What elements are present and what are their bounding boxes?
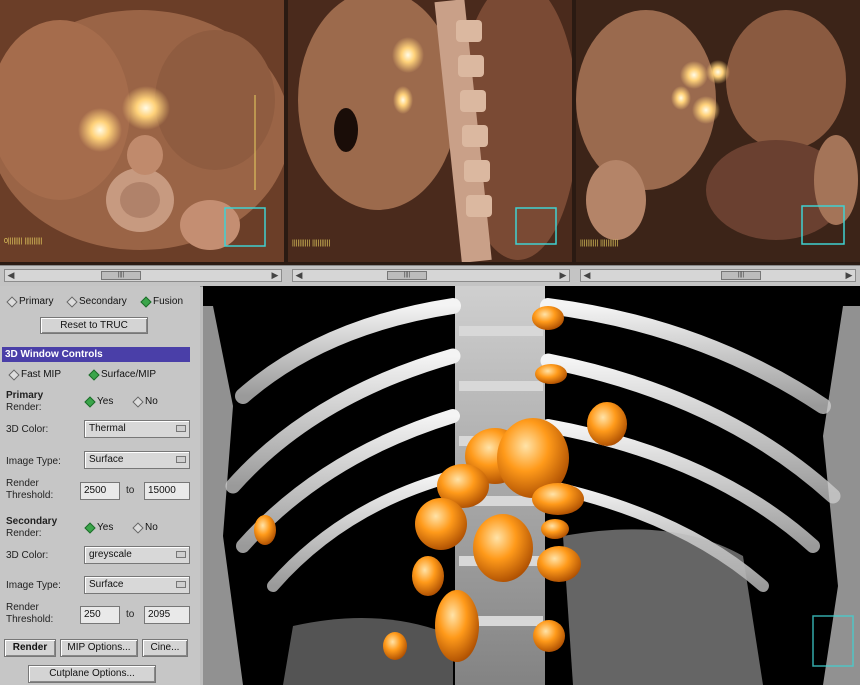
sagittal-slice-pane[interactable]: |||||||||| |||||||||| <box>288 0 572 262</box>
radio-fusion-icon <box>140 295 152 308</box>
primary-render-label: Render: <box>6 402 42 413</box>
coronal-slice-slider[interactable]: ◀ |||| ▶ <box>580 269 856 282</box>
control-panel: Primary Secondary Fusion Reset to TRUC 3… <box>0 286 200 685</box>
render-button[interactable]: Render <box>4 639 56 657</box>
secondary-render-no[interactable]: No <box>132 521 158 534</box>
secondary-threshold-min-input[interactable]: 250 <box>80 606 120 624</box>
radio-fast-mip-icon <box>8 368 20 381</box>
secondary-to-label: to <box>126 609 135 620</box>
secondary-color-select[interactable]: greyscale <box>84 546 190 564</box>
coronal-slider-thumb[interactable]: |||| <box>721 271 761 280</box>
radio-secondary-label: Secondary <box>79 296 127 307</box>
radio-no-icon <box>132 521 144 534</box>
secondary-threshold-label-2: Threshold: <box>6 614 54 625</box>
radio-secondary[interactable]: Secondary <box>66 295 127 308</box>
primary-type-select[interactable]: Surface <box>84 451 190 469</box>
radio-primary-label: Primary <box>19 296 54 307</box>
dropdown-icon <box>176 551 186 558</box>
secondary-color-value: greyscale <box>89 549 132 560</box>
coronal-slice-caption: |||||||||| |||||||||| <box>580 240 619 247</box>
primary-threshold-max-input[interactable]: 15000 <box>144 482 190 500</box>
secondary-render-no-label: No <box>145 522 158 533</box>
primary-render-yes-label: Yes <box>97 396 114 407</box>
radio-no-icon <box>132 395 144 408</box>
slider-left-arrow-icon[interactable]: ◀ <box>293 270 305 281</box>
slider-left-arrow-icon[interactable]: ◀ <box>581 270 593 281</box>
radio-fast-mip-label: Fast MIP <box>21 369 62 380</box>
radio-fast-mip[interactable]: Fast MIP <box>8 368 62 381</box>
slice-viewer-row: 0|||||||| |||||||||| |||||||||| ||||||||… <box>0 0 860 265</box>
axial-slice-slider[interactable]: ◀ |||| ▶ <box>4 269 282 282</box>
sagittal-slider-thumb[interactable]: |||| <box>387 271 427 280</box>
radio-fusion[interactable]: Fusion <box>140 295 184 308</box>
primary-to-label: to <box>126 485 135 496</box>
secondary-color-label: 3D Color: <box>6 550 49 561</box>
sagittal-slice-image <box>288 0 572 262</box>
primary-color-select[interactable]: Thermal <box>84 420 190 438</box>
primary-render-yes[interactable]: Yes <box>84 395 114 408</box>
primary-render-no[interactable]: No <box>132 395 158 408</box>
coronal-slice-image <box>576 0 860 262</box>
primary-threshold-label-2: Threshold: <box>6 490 54 501</box>
radio-primary[interactable]: Primary <box>6 295 54 308</box>
secondary-render-yes[interactable]: Yes <box>84 521 114 534</box>
cine-button[interactable]: Cine... <box>142 639 188 657</box>
reset-button[interactable]: Reset to TRUC <box>40 317 148 334</box>
mip-options-button[interactable]: MIP Options... <box>60 639 138 657</box>
secondary-type-value: Surface <box>89 579 124 590</box>
dropdown-icon <box>176 425 186 432</box>
secondary-heading: Secondary <box>6 516 58 527</box>
secondary-render-label: Render: <box>6 528 42 539</box>
radio-fusion-label: Fusion <box>153 296 184 307</box>
axial-slice-image <box>0 0 284 262</box>
slice-slider-row: ◀ |||| ▶ ◀ |||| ▶ ◀ |||| ▶ <box>0 265 860 287</box>
axial-slice-caption: 0|||||||| |||||||||| <box>4 238 43 245</box>
primary-type-value: Surface <box>89 454 124 465</box>
secondary-threshold-max-input[interactable]: 2095 <box>144 606 190 624</box>
primary-heading: Primary <box>6 390 44 401</box>
secondary-render-yes-label: Yes <box>97 522 114 533</box>
slider-right-arrow-icon[interactable]: ▶ <box>557 270 569 281</box>
radio-surface-mip[interactable]: Surface/MIP <box>88 368 157 381</box>
radio-primary-icon <box>6 295 18 308</box>
sagittal-slice-caption: |||||||||| |||||||||| <box>292 240 331 247</box>
radio-surface-mip-label: Surface/MIP <box>101 369 157 380</box>
axial-slider-thumb[interactable]: |||| <box>101 271 141 280</box>
slider-right-arrow-icon[interactable]: ▶ <box>843 270 855 281</box>
primary-threshold-label-1: Render <box>6 478 39 489</box>
dropdown-icon <box>176 581 186 588</box>
slider-left-arrow-icon[interactable]: ◀ <box>5 270 17 281</box>
radio-surface-mip-icon <box>88 368 100 381</box>
sagittal-slice-slider[interactable]: ◀ |||| ▶ <box>292 269 570 282</box>
radio-yes-icon <box>84 395 96 408</box>
primary-type-label: Image Type: <box>6 456 61 467</box>
axial-slice-pane[interactable]: 0|||||||| |||||||||| <box>0 0 284 262</box>
primary-color-value: Thermal <box>89 423 126 434</box>
3d-render-view[interactable] <box>203 286 860 685</box>
secondary-type-select[interactable]: Surface <box>84 576 190 594</box>
primary-render-no-label: No <box>145 396 158 407</box>
radio-secondary-icon <box>66 295 78 308</box>
3d-render-image <box>203 286 860 685</box>
primary-color-label: 3D Color: <box>6 424 49 435</box>
radio-yes-icon <box>84 521 96 534</box>
cutplane-options-button[interactable]: Cutplane Options... <box>28 665 156 683</box>
dropdown-icon <box>176 456 186 463</box>
secondary-type-label: Image Type: <box>6 580 61 591</box>
slider-right-arrow-icon[interactable]: ▶ <box>269 270 281 281</box>
coronal-slice-pane[interactable]: |||||||||| |||||||||| <box>576 0 860 262</box>
secondary-threshold-label-1: Render <box>6 602 39 613</box>
section-title-3d-window-controls: 3D Window Controls <box>2 347 190 362</box>
primary-threshold-min-input[interactable]: 2500 <box>80 482 120 500</box>
